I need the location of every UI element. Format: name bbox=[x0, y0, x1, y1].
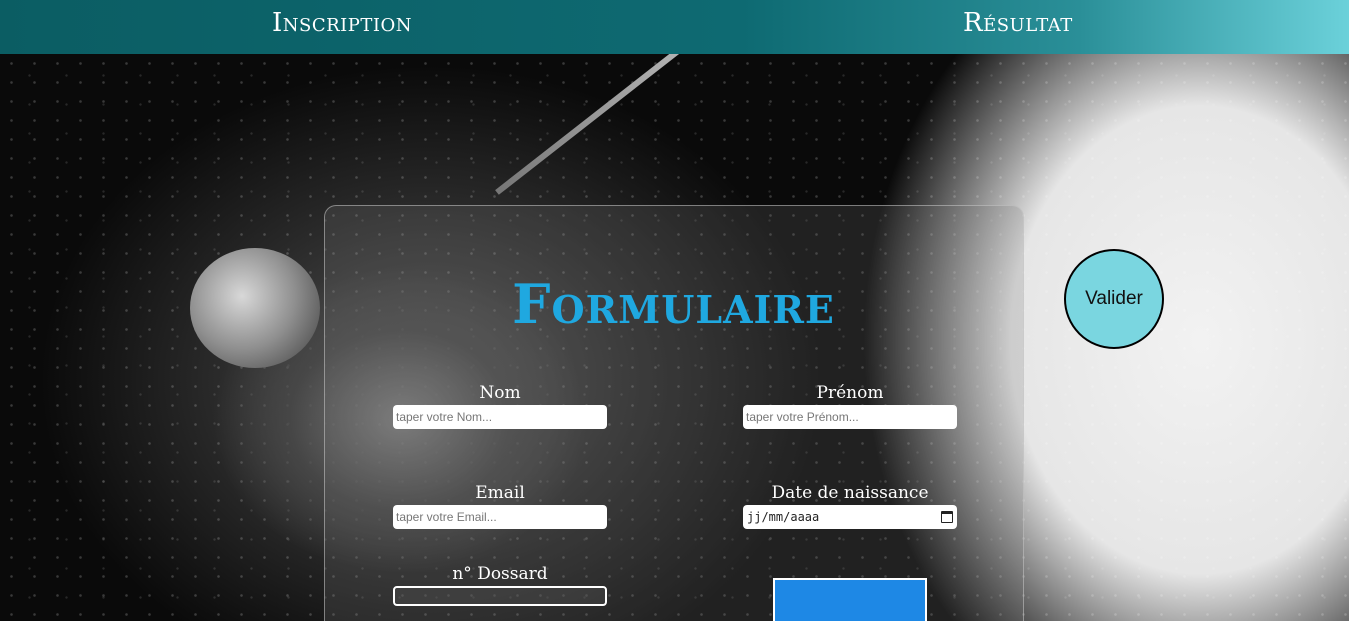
nav-link-resultat[interactable]: Résultat bbox=[963, 8, 1073, 38]
date-naissance-label: Date de naissance bbox=[771, 483, 929, 503]
prenom-input[interactable] bbox=[743, 405, 957, 429]
date-naissance-input[interactable]: jj/mm/aaaa bbox=[743, 505, 957, 529]
date-naissance-value: jj/mm/aaaa bbox=[747, 510, 820, 524]
dossard-input[interactable] bbox=[393, 586, 607, 606]
calendar-icon[interactable] bbox=[941, 511, 953, 523]
nom-label: Nom bbox=[479, 383, 521, 403]
nom-input[interactable] bbox=[393, 405, 607, 429]
valider-button[interactable]: Valider bbox=[1064, 249, 1164, 349]
top-navigation-bar: Inscription Résultat bbox=[0, 0, 1349, 54]
email-label: Email bbox=[475, 483, 525, 503]
nav-link-inscription[interactable]: Inscription bbox=[272, 8, 412, 38]
email-input[interactable] bbox=[393, 505, 607, 529]
blue-panel-block bbox=[773, 578, 927, 621]
page: Inscription Résultat Formulaire Nom Prén… bbox=[0, 0, 1349, 621]
form-title-text: Formulaire bbox=[512, 272, 835, 336]
dossard-label: n° Dossard bbox=[452, 564, 548, 584]
prenom-label: Prénom bbox=[816, 383, 884, 403]
